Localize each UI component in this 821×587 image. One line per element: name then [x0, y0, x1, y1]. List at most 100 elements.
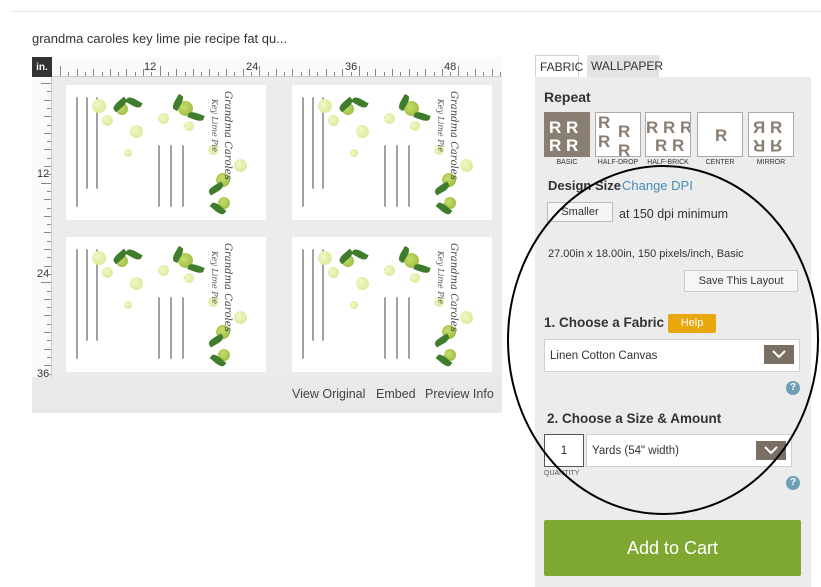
- lime-slice: [328, 267, 339, 278]
- ruler-tick: [84, 72, 86, 76]
- ruler-tick: [47, 373, 51, 375]
- ruler-tick: [41, 83, 51, 84]
- ruler-left-label: 36: [37, 368, 50, 377]
- lime-slice: [92, 99, 106, 113]
- fabric-select-value: Linen Cotton Canvas: [550, 350, 658, 362]
- tab-wallpaper[interactable]: WALLPAPER: [587, 55, 663, 77]
- script-text-stroke: [312, 249, 314, 341]
- view-original-link[interactable]: View Original: [292, 387, 365, 401]
- chevron-down-icon[interactable]: [756, 441, 786, 460]
- ruler-tick: [60, 66, 61, 76]
- repeat-half-brick-option[interactable]: R R R R R: [645, 112, 691, 157]
- help-button[interactable]: Help: [668, 314, 716, 333]
- ruler-tick: [47, 240, 51, 242]
- repeat-center-option[interactable]: R: [697, 112, 743, 157]
- script-text-stroke: [408, 145, 410, 207]
- smaller-button[interactable]: Smaller: [547, 202, 613, 222]
- lime-slice: [384, 113, 395, 124]
- script-text-stroke: [76, 97, 78, 207]
- ruler-tick: [441, 69, 443, 76]
- center-repeat-icon: R: [715, 126, 728, 145]
- half-drop-repeat-icon: R: [618, 141, 631, 157]
- ruler-tick: [44, 199, 51, 201]
- ruler-tick: [47, 141, 51, 143]
- top-divider: [12, 11, 821, 12]
- lime-slice: [356, 277, 369, 290]
- repeat-basic-option[interactable]: R R R R: [544, 112, 590, 157]
- embed-link[interactable]: Embed: [376, 387, 416, 401]
- ruler-tick: [159, 66, 161, 76]
- script-text-stroke: [170, 297, 172, 359]
- lime-slice: [184, 121, 194, 131]
- ruler-tick: [458, 66, 460, 76]
- ruler-tick: [358, 66, 360, 76]
- ruler-tick: [47, 307, 51, 309]
- ruler-tick: [44, 365, 51, 367]
- script-text-stroke: [86, 249, 88, 341]
- ruler-tick: [317, 72, 319, 76]
- ruler-tick: [309, 69, 310, 76]
- repeat-mirror-option[interactable]: R R R R: [748, 112, 794, 157]
- size-select[interactable]: Yards (54" width): [586, 434, 792, 467]
- half-brick-repeat-icon: R R R: [646, 118, 691, 137]
- lime-slice: [130, 125, 143, 138]
- size-select-value: Yards (54" width): [592, 445, 679, 457]
- ruler-top: 12 24 36 48: [32, 57, 502, 77]
- tab-fabric[interactable]: FABRIC: [535, 55, 583, 77]
- ruler-tick: [41, 182, 51, 184]
- ruler-tick: [47, 207, 51, 209]
- change-dpi-link[interactable]: Change DPI: [622, 178, 693, 193]
- script-title: Grandma Caroles: [222, 91, 233, 180]
- script-text-stroke: [182, 145, 184, 207]
- design-size-heading: Design Size: [548, 178, 621, 193]
- script-subtitle: Key Lime Pie: [210, 99, 219, 152]
- fabric-select[interactable]: Linen Cotton Canvas: [544, 339, 800, 372]
- ruler-tick: [466, 72, 468, 76]
- lime-slice: [130, 277, 143, 290]
- ruler-tick: [209, 69, 211, 76]
- preview-links: View Original Embed Preview Info: [32, 383, 502, 407]
- size-info-icon[interactable]: ?: [786, 476, 800, 490]
- lime-slice: [460, 311, 473, 324]
- ruler-tick: [47, 323, 51, 325]
- script-text-stroke: [302, 97, 304, 207]
- lime-slice: [384, 265, 395, 276]
- ruler-tick: [44, 132, 51, 134]
- basic-repeat-icon: R R: [549, 136, 579, 155]
- quantity-input[interactable]: 1: [544, 434, 584, 467]
- preview-info-link[interactable]: Preview Info: [425, 387, 494, 401]
- lime-slice: [184, 273, 194, 283]
- add-to-cart-button[interactable]: Add to Cart: [544, 520, 801, 576]
- ruler-top-label: 12: [144, 61, 157, 73]
- script-text-stroke: [86, 97, 88, 189]
- ruler-tick: [300, 72, 302, 76]
- ruler-tick: [44, 348, 51, 350]
- lime-slice: [318, 251, 332, 265]
- ruler-tick: [47, 91, 51, 93]
- ruler-tick: [126, 69, 128, 76]
- lime-slice: [124, 301, 132, 309]
- save-layout-button[interactable]: Save This Layout: [684, 270, 798, 292]
- repeat-half-drop-option[interactable]: R R R R: [595, 112, 641, 157]
- lime-slice: [102, 267, 113, 278]
- lime-slice: [350, 301, 358, 309]
- ruler-tick: [259, 66, 261, 76]
- script-text-stroke: [396, 297, 398, 359]
- ruler-tick: [217, 72, 219, 76]
- ruler-tick: [333, 72, 335, 76]
- half-brick-repeat-icon: R R: [655, 136, 685, 155]
- script-text-stroke: [312, 97, 314, 189]
- lime-slice: [410, 121, 420, 131]
- ruler-tick: [151, 72, 153, 76]
- lime-slice: [158, 113, 169, 124]
- chevron-down-icon[interactable]: [764, 345, 794, 364]
- ruler-tick: [47, 273, 51, 275]
- mirror-repeat-icon: R R: [753, 118, 783, 137]
- design-tile: Grandma Caroles Key Lime Pie: [292, 237, 492, 372]
- script-title: Grandma Caroles: [222, 243, 233, 332]
- fabric-info-icon[interactable]: ?: [786, 381, 800, 395]
- ruler-tick: [350, 72, 352, 76]
- lime-slice: [410, 273, 420, 283]
- ruler-tick: [47, 340, 51, 342]
- design-preview: in. 12 24 36 48 12 24 36 Grandma Caroles…: [32, 57, 502, 413]
